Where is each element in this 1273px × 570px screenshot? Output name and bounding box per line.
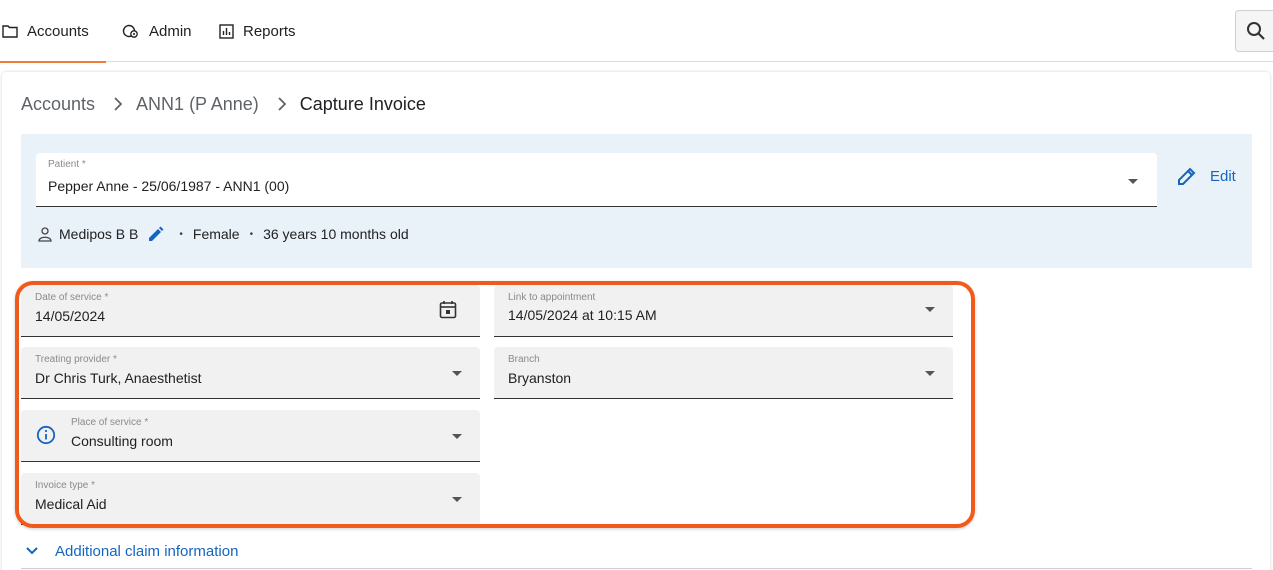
reports-icon [219, 23, 234, 39]
divider [21, 568, 1252, 569]
link-to-appointment-label: Link to appointment [508, 292, 596, 303]
chevron-down-icon [1128, 179, 1138, 184]
edit-patient-button[interactable]: Edit [1176, 163, 1236, 189]
nav-tab-label: Admin [149, 22, 192, 40]
breadcrumb: Accounts ANN1 (P Anne) Capture Invoice [21, 93, 426, 115]
top-nav: Accounts Admin Reports [0, 0, 1273, 63]
breadcrumb-current: Capture Invoice [299, 93, 426, 114]
chevron-right-icon [277, 97, 286, 111]
nav-tab-label: Reports [243, 22, 296, 40]
chevron-down-icon [26, 547, 38, 555]
treating-provider-value: Dr Chris Turk, Anaesthetist [35, 370, 202, 386]
nav-tab-admin[interactable]: Admin [122, 0, 192, 62]
invoice-type-value: Medical Aid [35, 496, 107, 512]
info-icon[interactable] [36, 425, 56, 445]
branch-label: Branch [508, 354, 540, 365]
breadcrumb-patient[interactable]: ANN1 (P Anne) [136, 94, 259, 115]
nav-tab-reports[interactable]: Reports [219, 0, 296, 62]
patient-meta: Medipos B B • Female • 36 years 10 month… [37, 224, 409, 244]
invoice-type-field[interactable]: Invoice type * Medical Aid [21, 473, 480, 525]
date-of-service-label: Date of service * [35, 292, 109, 303]
date-of-service-field[interactable]: Date of service * 14/05/2024 [21, 285, 480, 337]
pencil-icon [1178, 167, 1196, 185]
patient-label: Patient * [48, 159, 86, 170]
person-icon [38, 227, 52, 242]
additional-claim-toggle[interactable]: Additional claim information [25, 541, 238, 561]
search-button[interactable] [1235, 10, 1273, 52]
date-of-service-value: 14/05/2024 [35, 308, 106, 324]
place-of-service-label: Place of service * [71, 417, 149, 428]
link-to-appointment-field[interactable]: Link to appointment 14/05/2024 at 10:15 … [494, 285, 953, 337]
chevron-down-icon [452, 371, 462, 376]
edit-label: Edit [1210, 167, 1236, 185]
additional-claim-label: Additional claim information [55, 542, 239, 560]
nav-tab-accounts[interactable]: Accounts [0, 0, 106, 63]
treating-provider-field[interactable]: Treating provider * Dr Chris Turk, Anaes… [21, 347, 480, 399]
nav-tab-label: Accounts [27, 22, 89, 40]
chevron-down-icon [452, 434, 462, 439]
place-of-service-value: Consulting room [71, 433, 173, 449]
chevron-down-icon [452, 497, 462, 502]
breadcrumb-accounts[interactable]: Accounts [21, 94, 95, 115]
patient-age: 36 years 10 months old [263, 226, 409, 242]
separator-dot: • [179, 228, 183, 240]
treating-provider-label: Treating provider * [35, 354, 117, 365]
place-of-service-field[interactable]: Place of service * Consulting room [21, 410, 480, 462]
member-name: Medipos B B [59, 226, 139, 242]
search-icon [1247, 22, 1265, 40]
edit-member-icon[interactable] [147, 225, 165, 243]
separator-dot: • [249, 228, 254, 240]
calendar-icon[interactable] [439, 300, 457, 319]
admin-icon [122, 24, 138, 38]
patient-select[interactable]: Patient * Pepper Anne - 25/06/1987 - ANN… [36, 153, 1157, 207]
folder-icon [2, 25, 18, 38]
chevron-down-icon [925, 307, 935, 312]
chevron-right-icon [113, 97, 123, 111]
patient-gender: Female [192, 226, 240, 242]
link-to-appointment-value: 14/05/2024 at 10:15 AM [508, 307, 657, 323]
chevron-down-icon [925, 371, 935, 376]
patient-value: Pepper Anne - 25/06/1987 - ANN1 (00) [48, 178, 290, 194]
invoice-type-label: Invoice type * [35, 480, 96, 491]
branch-value: Bryanston [508, 370, 572, 386]
branch-field[interactable]: Branch Bryanston [494, 347, 953, 399]
